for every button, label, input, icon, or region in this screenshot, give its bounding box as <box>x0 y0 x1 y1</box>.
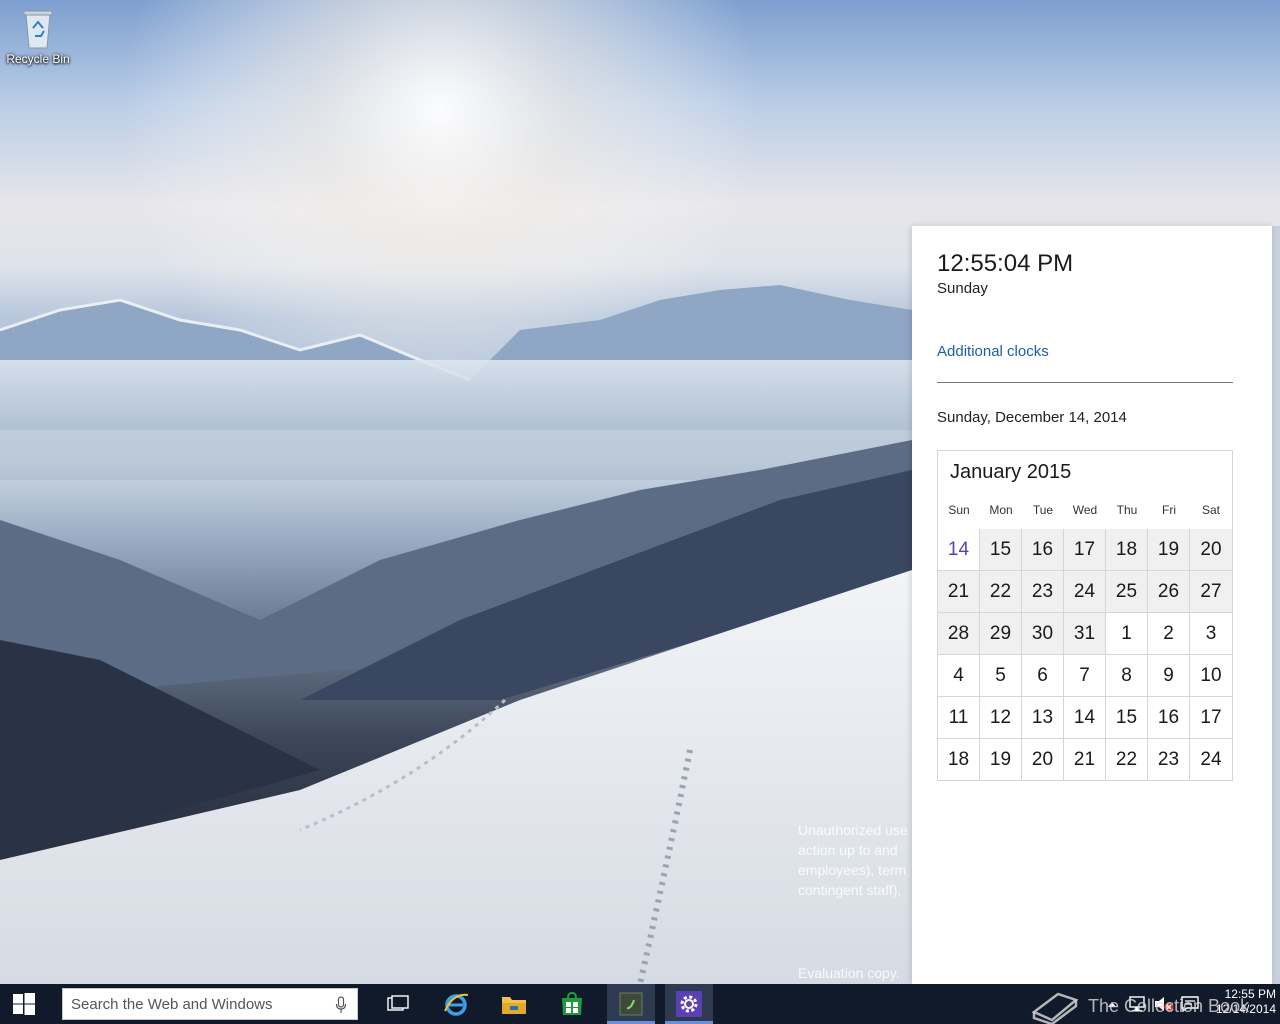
running-app-button[interactable] <box>607 984 655 1024</box>
calendar-day-cell[interactable]: 24 <box>1190 739 1232 781</box>
calendar-day-cell[interactable]: 5 <box>980 655 1022 697</box>
calendar-day-cell[interactable]: 28 <box>938 613 980 655</box>
calendar-month-header[interactable]: January 2015 <box>950 461 1071 484</box>
calendar-day-cell[interactable]: 4 <box>938 655 980 697</box>
internet-explorer-icon <box>444 993 469 1016</box>
calendar-day-cell[interactable]: 29 <box>980 613 1022 655</box>
calendar-day-cell[interactable]: 12 <box>980 697 1022 739</box>
calendar-day-cell[interactable]: 1 <box>1106 613 1148 655</box>
calendar-day-cell[interactable]: 19 <box>980 739 1022 781</box>
flyout-full-date: Sunday, December 14, 2014 <box>937 409 1127 426</box>
calendar-day-cell[interactable]: 22 <box>1106 739 1148 781</box>
search-input[interactable] <box>63 989 327 1019</box>
store-button[interactable] <box>548 984 596 1024</box>
weekday-label: Fri <box>1162 503 1176 517</box>
calendar-day-cell[interactable]: 23 <box>1148 739 1190 781</box>
weekday-label: Mon <box>989 503 1013 517</box>
calendar-day-cell[interactable]: 21 <box>938 571 980 613</box>
calendar-day-cell[interactable]: 7 <box>1064 655 1106 697</box>
calendar-day-grid: 14 15 16 17 18 19 20 21 22 23 24 25 26 27 28 29 30 31 1 2 3 4… <box>938 529 1232 781</box>
calendar-day-cell[interactable]: 3 <box>1190 613 1232 655</box>
weekday-label: Tue <box>1032 503 1054 517</box>
calendar-day-cell[interactable]: 18 <box>938 739 980 781</box>
calendar-day-cell[interactable]: 17 <box>1190 697 1232 739</box>
watermark-text: The Collection Book <box>1088 995 1250 1016</box>
calendar-day-cell[interactable]: 17 <box>1064 529 1106 571</box>
calendar-day-cell[interactable]: 22 <box>980 571 1022 613</box>
calendar-day-cell[interactable]: 2 <box>1148 613 1190 655</box>
recycle-bin-desktop-icon[interactable]: Recycle Bin <box>4 6 72 76</box>
weekday-label: Wed <box>1072 503 1098 517</box>
start-button[interactable] <box>0 984 48 1024</box>
legal-notice-text: Unauthorized use action up to and employ… <box>798 822 908 898</box>
windows-logo-icon <box>13 993 35 1015</box>
additional-clocks-link[interactable]: Additional clocks <box>937 343 1049 360</box>
calendar-day-cell[interactable]: 9 <box>1148 655 1190 697</box>
calendar-day-cell[interactable]: 16 <box>1022 529 1064 571</box>
calendar-day-cell[interactable]: 20 <box>1022 739 1064 781</box>
calendar-day-cell[interactable]: 30 <box>1022 613 1064 655</box>
calendar-day-cell[interactable]: 23 <box>1022 571 1064 613</box>
calendar-weekday-row: Sun Mon Tue Wed Thu Fri Sat <box>938 503 1232 525</box>
calendar-day-cell[interactable]: 25 <box>1106 571 1148 613</box>
calendar-day-cell[interactable]: 21 <box>1064 739 1106 781</box>
calendar-day-cell[interactable]: 18 <box>1106 529 1148 571</box>
calendar-day-cell[interactable]: 14 <box>938 529 980 571</box>
calendar-day-cell[interactable]: 11 <box>938 697 980 739</box>
settings-gear-icon <box>676 991 702 1017</box>
flyout-divider <box>937 382 1233 383</box>
internet-explorer-button[interactable] <box>432 984 480 1024</box>
book-icon <box>1031 992 1079 1024</box>
calendar-day-cell[interactable]: 24 <box>1064 571 1106 613</box>
calendar: January 2015 Sun Mon Tue Wed Thu Fri Sat… <box>937 450 1233 781</box>
weekday-label: Sun <box>948 503 970 517</box>
clock-flyout: 12:55:04 PM Sunday Additional clocks Sun… <box>912 226 1272 984</box>
recycle-bin-icon <box>23 10 53 49</box>
calendar-day-cell[interactable]: 15 <box>980 529 1022 571</box>
calendar-day-cell[interactable]: 10 <box>1190 655 1232 697</box>
search-box[interactable] <box>62 988 358 1020</box>
calendar-day-cell[interactable]: 26 <box>1148 571 1190 613</box>
collection-book-watermark: The Collection Book <box>1030 988 1249 1024</box>
calendar-day-cell[interactable]: 20 <box>1190 529 1232 571</box>
file-explorer-button[interactable] <box>490 984 538 1024</box>
calendar-day-cell[interactable]: 15 <box>1106 697 1148 739</box>
calendar-day-cell[interactable]: 6 <box>1022 655 1064 697</box>
weekday-label: Thu <box>1116 503 1138 517</box>
calendar-day-cell[interactable]: 27 <box>1190 571 1232 613</box>
task-view-button[interactable] <box>374 984 422 1024</box>
app-icon <box>619 992 643 1016</box>
task-view-icon <box>387 995 409 1011</box>
file-explorer-icon <box>502 997 526 1014</box>
store-icon <box>562 992 582 1015</box>
calendar-day-cell[interactable]: 19 <box>1148 529 1190 571</box>
calendar-day-cell[interactable]: 13 <box>1022 697 1064 739</box>
settings-button[interactable] <box>665 984 713 1024</box>
evaluation-copy-text: Evaluation copy. <box>798 965 900 981</box>
calendar-day-cell[interactable]: 16 <box>1148 697 1190 739</box>
calendar-day-cell[interactable]: 8 <box>1106 655 1148 697</box>
flyout-time: 12:55:04 PM <box>937 250 1074 277</box>
flyout-day: Sunday <box>937 280 988 297</box>
calendar-day-cell[interactable]: 14 <box>1064 697 1106 739</box>
weekday-label: Sat <box>1201 503 1220 517</box>
calendar-day-cell[interactable]: 31 <box>1064 613 1106 655</box>
microphone-icon[interactable] <box>335 996 347 1014</box>
recycle-bin-label: Recycle Bin <box>6 52 70 66</box>
